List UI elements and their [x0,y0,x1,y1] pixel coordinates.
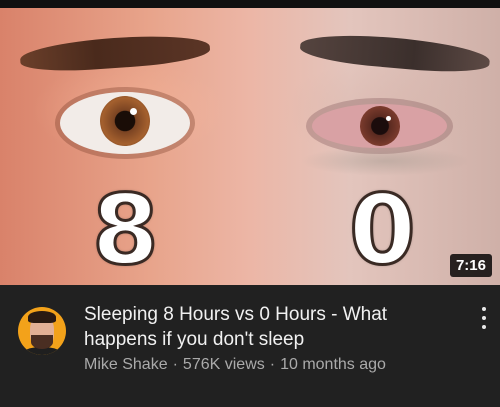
avatar-beard [31,335,53,349]
left-eyebrow [19,31,211,75]
duration-badge: 7:16 [449,254,492,277]
avatar-hair [28,311,56,323]
separator-dot: · [172,356,178,373]
eye-glint [130,108,137,115]
brown-iris [100,96,150,146]
menu-dot [482,325,486,329]
tired-eye [312,104,447,148]
eye-glint [386,116,391,121]
video-title[interactable]: Sleeping 8 Hours vs 0 Hours - What happe… [84,302,444,352]
menu-dot [482,307,486,311]
eye-bags [300,146,470,176]
separator-dot: · [269,356,276,373]
video-thumbnail[interactable]: 8 0 7:16 [0,0,500,285]
channel-name[interactable]: Mike Shake [84,356,168,373]
upload-age: 10 months ago [280,356,386,373]
menu-dot [482,316,486,320]
rested-eye [60,92,190,154]
channel-avatar[interactable] [18,307,66,355]
video-subtitle: Mike Shake · 576K views · 10 months ago [84,356,386,374]
view-count: 576K views [182,356,265,373]
more-vert-icon[interactable] [474,305,494,331]
thumbnail-number-right: 0 [348,174,418,285]
video-meta: Sleeping 8 Hours vs 0 Hours - What happe… [0,285,500,407]
thumbnail-number-left: 8 [91,174,161,285]
bloodshot-iris [360,106,400,146]
thumbnail-top-edge [0,0,500,8]
right-eyebrow [299,29,491,77]
video-card[interactable]: 8 0 7:16 Sleeping 8 Hours vs 0 Hours - W… [0,0,500,407]
